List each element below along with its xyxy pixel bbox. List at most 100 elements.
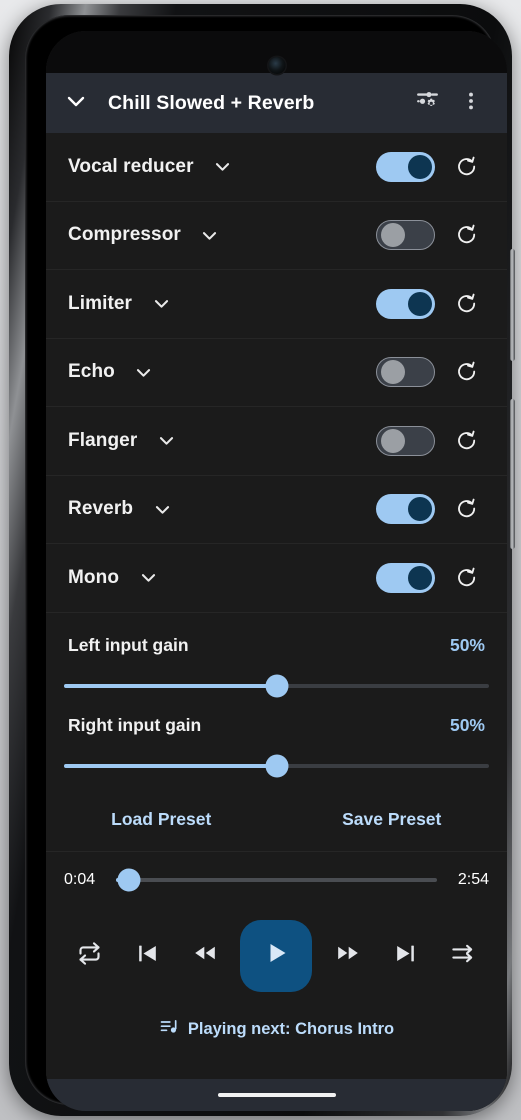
shuffle-button[interactable] — [441, 933, 487, 979]
chevron-down-icon[interactable] — [129, 357, 159, 387]
effect-row-compressor[interactable]: Compressor — [46, 202, 507, 270]
effects-scroll-area[interactable]: Vocal reducer Compressor Limiter Echo Fl… — [46, 133, 507, 1079]
phone-frame: Chill Slowed + Reverb Vocal reducer Comp… — [9, 4, 515, 1116]
skip-previous-icon — [134, 940, 161, 972]
toggle-knob — [408, 291, 432, 316]
effect-row-flanger[interactable]: Flanger — [46, 407, 507, 476]
right-input-gain-block: Right input gain 50% — [46, 709, 507, 743]
elapsed-time: 0:04 — [64, 870, 96, 888]
slider-fill — [64, 683, 277, 688]
right-input-gain-header: Right input gain 50% — [68, 709, 485, 743]
effect-toggle[interactable] — [376, 425, 435, 456]
save-preset-button[interactable]: Save Preset — [277, 809, 508, 830]
chevron-down-icon[interactable] — [208, 152, 238, 182]
previous-track-button[interactable] — [124, 933, 170, 979]
volume-button[interactable] — [510, 249, 515, 361]
repeat-icon — [76, 940, 103, 972]
tune-settings-icon — [415, 88, 440, 118]
seek-bar-row: 0:04 2:54 — [46, 852, 507, 908]
effect-row-mono[interactable]: Mono — [46, 544, 507, 613]
tune-settings-button[interactable] — [405, 81, 449, 125]
transport-controls — [46, 908, 507, 1004]
toggle-knob — [408, 497, 432, 522]
effect-reset-button[interactable] — [445, 350, 489, 394]
queue-music-icon — [159, 1017, 179, 1042]
phone-screen: Chill Slowed + Reverb Vocal reducer Comp… — [46, 31, 507, 1111]
chevron-down-icon[interactable] — [195, 220, 225, 250]
left-input-gain-value: 50% — [449, 635, 485, 655]
rewind-icon — [191, 939, 219, 972]
effect-row-echo[interactable]: Echo — [46, 339, 507, 407]
power-button[interactable] — [510, 399, 515, 549]
screenshot-stage: Chill Slowed + Reverb Vocal reducer Comp… — [0, 0, 521, 1120]
audio-effects-app: Chill Slowed + Reverb Vocal reducer Comp… — [46, 31, 507, 1111]
toggle-knob — [408, 565, 432, 590]
right-input-gain-value: 50% — [449, 715, 485, 735]
shuffle-icon — [450, 940, 477, 972]
right-input-gain-slider[interactable] — [46, 743, 507, 789]
more-vertical-icon — [460, 90, 482, 117]
effect-label: Reverb — [68, 498, 134, 520]
seek-track — [116, 868, 437, 891]
app-bar: Chill Slowed + Reverb — [46, 73, 507, 133]
effect-label: Limiter — [68, 292, 133, 314]
slider-track — [64, 754, 489, 777]
left-input-gain-block: Left input gain 50% — [46, 613, 507, 663]
effect-label: Compressor — [68, 224, 181, 246]
slider-thumb[interactable] — [265, 754, 288, 777]
left-input-gain-slider[interactable] — [46, 663, 507, 709]
duration-time: 2:54 — [457, 870, 489, 888]
front-camera — [268, 57, 285, 74]
fast-forward-icon — [334, 939, 362, 972]
seek-thumb[interactable] — [117, 868, 141, 891]
effect-row-reverb[interactable]: Reverb — [46, 476, 507, 544]
effect-toggle[interactable] — [376, 220, 435, 251]
play-icon — [261, 938, 291, 973]
slider-track — [64, 674, 489, 697]
right-input-gain-label: Right input gain — [68, 715, 202, 735]
slider-thumb[interactable] — [265, 674, 288, 697]
overflow-menu-button[interactable] — [449, 81, 493, 125]
effect-reset-button[interactable] — [445, 419, 489, 463]
seek-bar[interactable] — [116, 868, 437, 891]
effect-toggle[interactable] — [376, 288, 435, 319]
effect-label: Mono — [68, 566, 120, 588]
effect-row-limiter[interactable]: Limiter — [46, 270, 507, 339]
playing-next-label: Playing next: Chorus Intro — [187, 1020, 395, 1038]
toggle-knob — [408, 154, 432, 179]
effect-reset-button[interactable] — [445, 282, 489, 326]
load-preset-button[interactable]: Load Preset — [46, 809, 277, 830]
chevron-down-icon[interactable] — [133, 563, 163, 593]
chevron-down-icon[interactable] — [151, 426, 181, 456]
effect-toggle[interactable] — [376, 151, 435, 182]
next-track-button[interactable] — [383, 933, 429, 979]
toggle-knob — [380, 428, 405, 453]
playing-next-banner[interactable]: Playing next: Chorus Intro — [46, 1004, 507, 1056]
toggle-knob — [380, 223, 405, 248]
fast-forward-button[interactable] — [325, 933, 371, 979]
effect-label: Flanger — [68, 429, 138, 451]
play-button[interactable] — [240, 919, 313, 992]
collapse-button[interactable] — [54, 81, 98, 125]
effect-reset-button[interactable] — [445, 487, 489, 531]
effect-toggle[interactable] — [376, 494, 435, 525]
rewind-button[interactable] — [182, 933, 228, 979]
repeat-button[interactable] — [66, 933, 112, 979]
preset-actions: Load Preset Save Preset — [46, 789, 507, 852]
page-title: Chill Slowed + Reverb — [108, 91, 315, 114]
effect-row-vocal-reducer[interactable]: Vocal reducer — [46, 133, 507, 202]
gesture-navigation-bar — [46, 1079, 507, 1111]
effect-toggle[interactable] — [376, 357, 435, 388]
effect-reset-button[interactable] — [445, 213, 489, 257]
toggle-knob — [380, 360, 405, 385]
effect-label: Echo — [68, 361, 115, 383]
effect-toggle[interactable] — [376, 562, 435, 593]
slider-fill — [64, 763, 277, 768]
effect-reset-button[interactable] — [445, 145, 489, 189]
home-gesture-pill[interactable] — [217, 1092, 336, 1098]
left-input-gain-header: Left input gain 50% — [68, 629, 485, 663]
phone-bezel: Chill Slowed + Reverb Vocal reducer Comp… — [25, 15, 507, 1111]
effect-reset-button[interactable] — [445, 556, 489, 600]
chevron-down-icon[interactable] — [146, 289, 176, 319]
chevron-down-icon[interactable] — [147, 494, 177, 524]
